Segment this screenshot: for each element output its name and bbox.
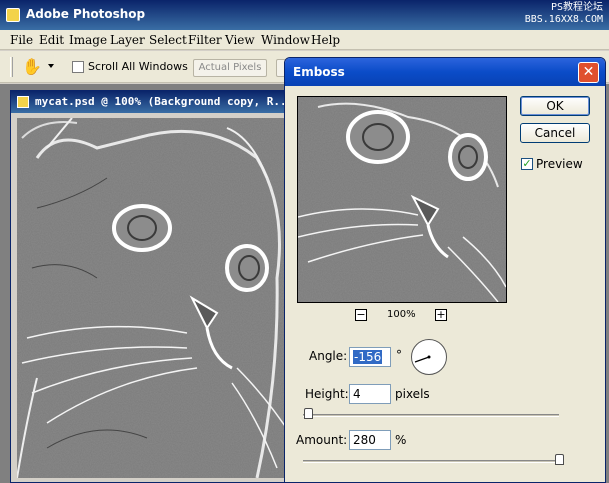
menu-edit[interactable]: Edit [39,33,64,47]
height-unit: pixels [395,387,430,401]
watermark-line2: BBS.16XX8.COM [524,14,603,25]
menu-file[interactable]: File [10,33,33,47]
preview-checkbox[interactable]: ✓ [521,158,533,170]
amount-label: Amount: [296,433,348,447]
document-titlebar[interactable]: mycat.psd @ 100% (Background copy, R... [11,91,299,113]
document-icon [17,96,29,108]
watermark-line1: PS教程论坛 [550,2,603,13]
zoom-level: 100% [387,309,416,320]
scroll-all-windows-label: Scroll All Windows [88,60,188,73]
document-title: mycat.psd @ 100% (Background copy, R... [35,95,294,108]
zoom-in-button[interactable]: + [435,309,447,321]
amount-input[interactable]: 280 [349,430,391,450]
document-window: mycat.psd @ 100% (Background copy, R... [10,90,300,483]
menu-help[interactable]: Help [311,33,340,47]
emboss-dialog-titlebar[interactable]: Emboss ✕ [285,58,605,86]
angle-dial-needle-icon [414,355,431,363]
amount-slider-track[interactable] [303,460,559,463]
app-title: Adobe Photoshop [26,7,146,21]
angle-label: Angle: [309,349,348,363]
angle-unit: ° [396,348,402,362]
amount-unit: % [395,433,407,447]
cancel-button[interactable]: Cancel [520,123,590,143]
height-label: Height: [305,387,349,401]
menu-image[interactable]: Image [69,33,107,47]
amount-slider-thumb[interactable] [555,454,564,465]
image-canvas[interactable] [17,118,293,478]
embossed-cat-image [17,118,293,478]
menu-layer[interactable]: Layer [110,33,145,47]
close-icon[interactable]: ✕ [578,62,599,83]
preview-label: Preview [536,157,583,171]
actual-pixels-button[interactable]: Actual Pixels [193,59,267,77]
watermark: PS教程论坛 BBS.16XX8.COM [525,2,603,26]
app-titlebar: Adobe Photoshop PS教程论坛 BBS.16XX8.COM [0,0,609,30]
ok-button[interactable]: OK [520,96,590,116]
zoom-out-button[interactable]: − [355,309,367,321]
photoshop-app-icon [6,8,20,22]
filter-preview[interactable] [297,96,507,303]
hand-icon[interactable]: ✋ [22,58,42,76]
emboss-dialog-title: Emboss [293,65,345,79]
menu-filter[interactable]: Filter [188,33,222,47]
menu-view[interactable]: View [225,33,255,47]
angle-value: -156 [353,350,383,364]
menu-bar: File Edit Image Layer Select Filter View… [0,30,609,50]
emboss-dialog: Emboss ✕ − 100% + OK Cancel ✓ Preview An… [284,57,606,483]
toolbar-grip[interactable] [10,57,13,77]
height-slider-track[interactable] [303,414,559,417]
menu-window[interactable]: Window [261,33,310,47]
height-slider-thumb[interactable] [304,408,313,419]
chevron-down-icon[interactable] [48,64,54,68]
height-input[interactable]: 4 [349,384,391,404]
scroll-all-windows-checkbox[interactable] [72,61,84,73]
embossed-cat-preview [298,97,506,302]
menu-select[interactable]: Select [149,33,187,47]
angle-dial[interactable] [411,339,447,375]
angle-input[interactable]: -156 [349,347,391,367]
